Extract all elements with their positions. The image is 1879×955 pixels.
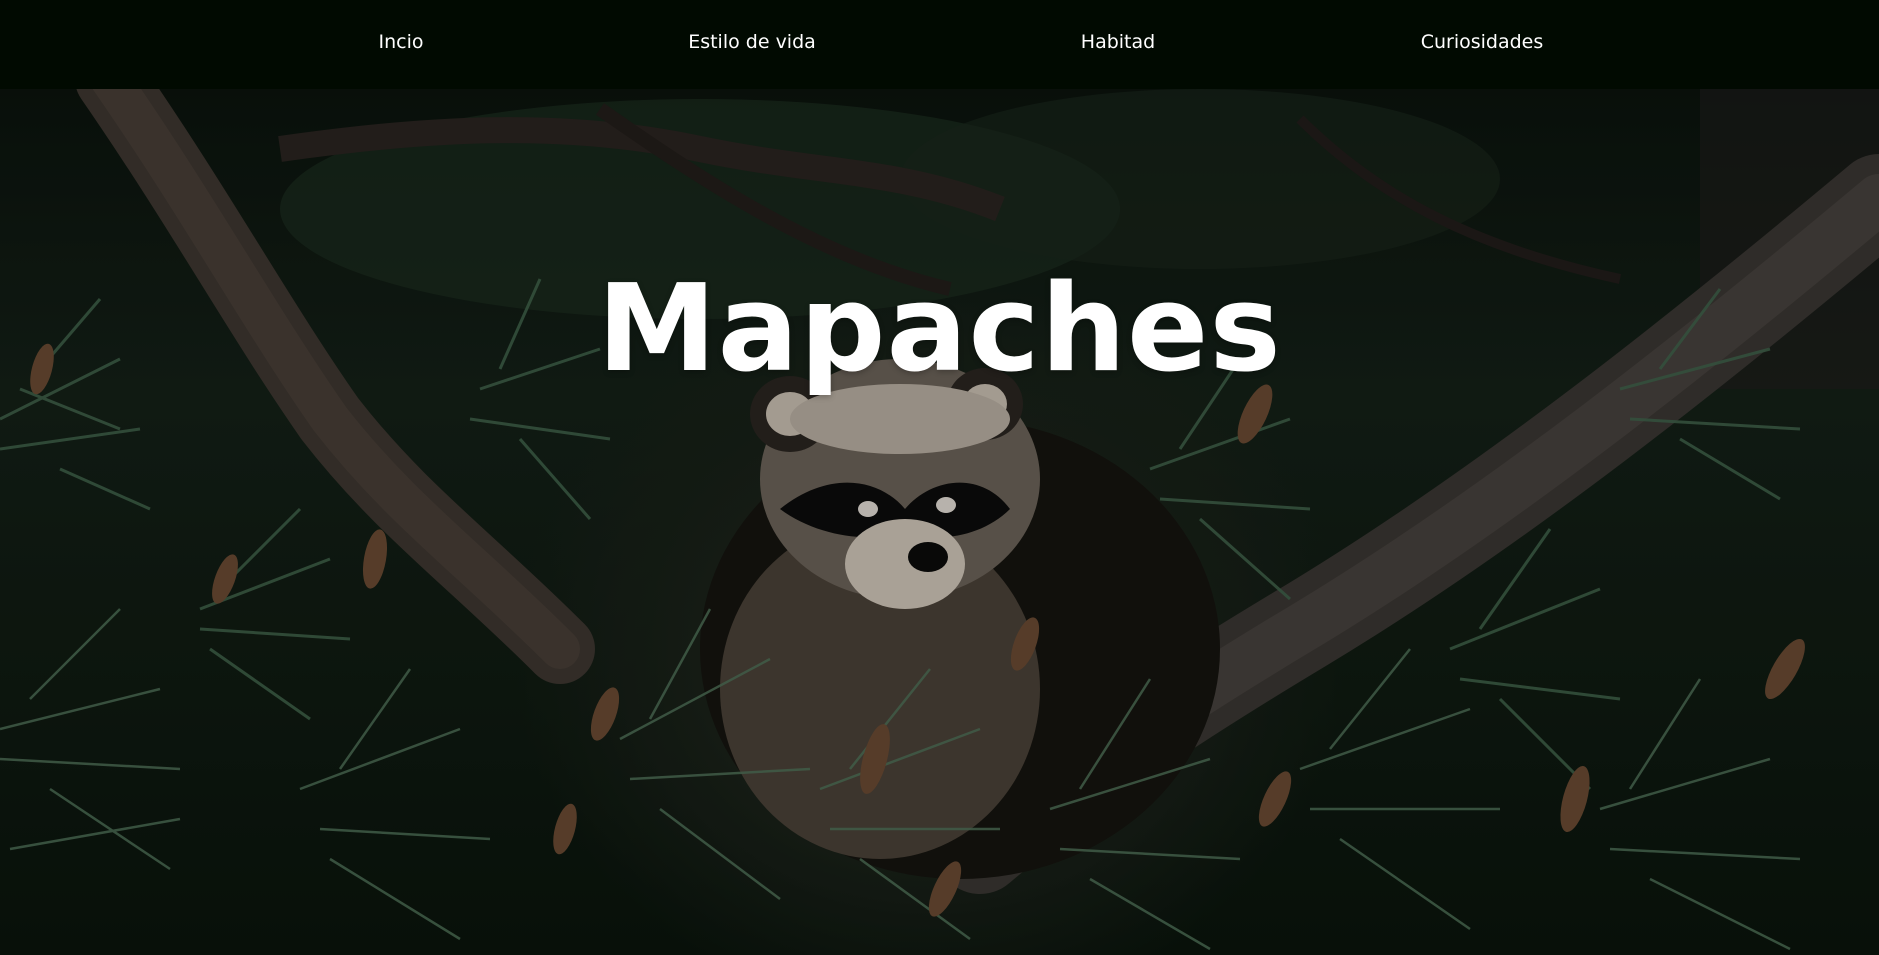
hero-title: Mapaches	[597, 260, 1282, 399]
hero-background-image	[0, 89, 1879, 955]
nav-link-inicio[interactable]: Incio	[379, 0, 424, 84]
nav-link-curiosidades[interactable]: Curiosidades	[1421, 0, 1544, 84]
top-navigation-bar: Incio Estilo de vida Habitad Curiosidade…	[0, 0, 1879, 89]
nav-link-habitad[interactable]: Habitad	[1081, 0, 1155, 84]
hero-section: Mapaches	[0, 89, 1879, 955]
nav-link-estilo-de-vida[interactable]: Estilo de vida	[688, 0, 816, 84]
